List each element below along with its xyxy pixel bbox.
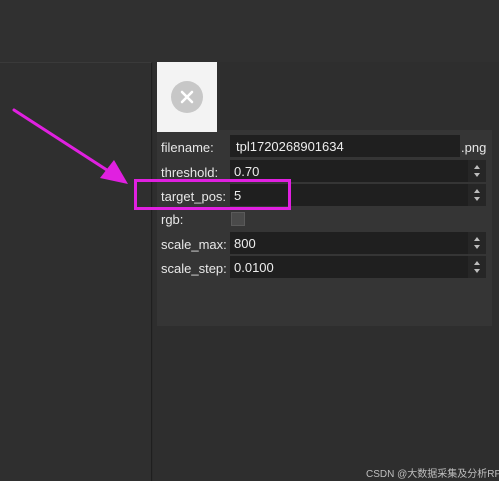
annotation-arrow-icon <box>12 108 128 184</box>
watermark: CSDN @大数据采集及分析RPA <box>366 469 499 480</box>
